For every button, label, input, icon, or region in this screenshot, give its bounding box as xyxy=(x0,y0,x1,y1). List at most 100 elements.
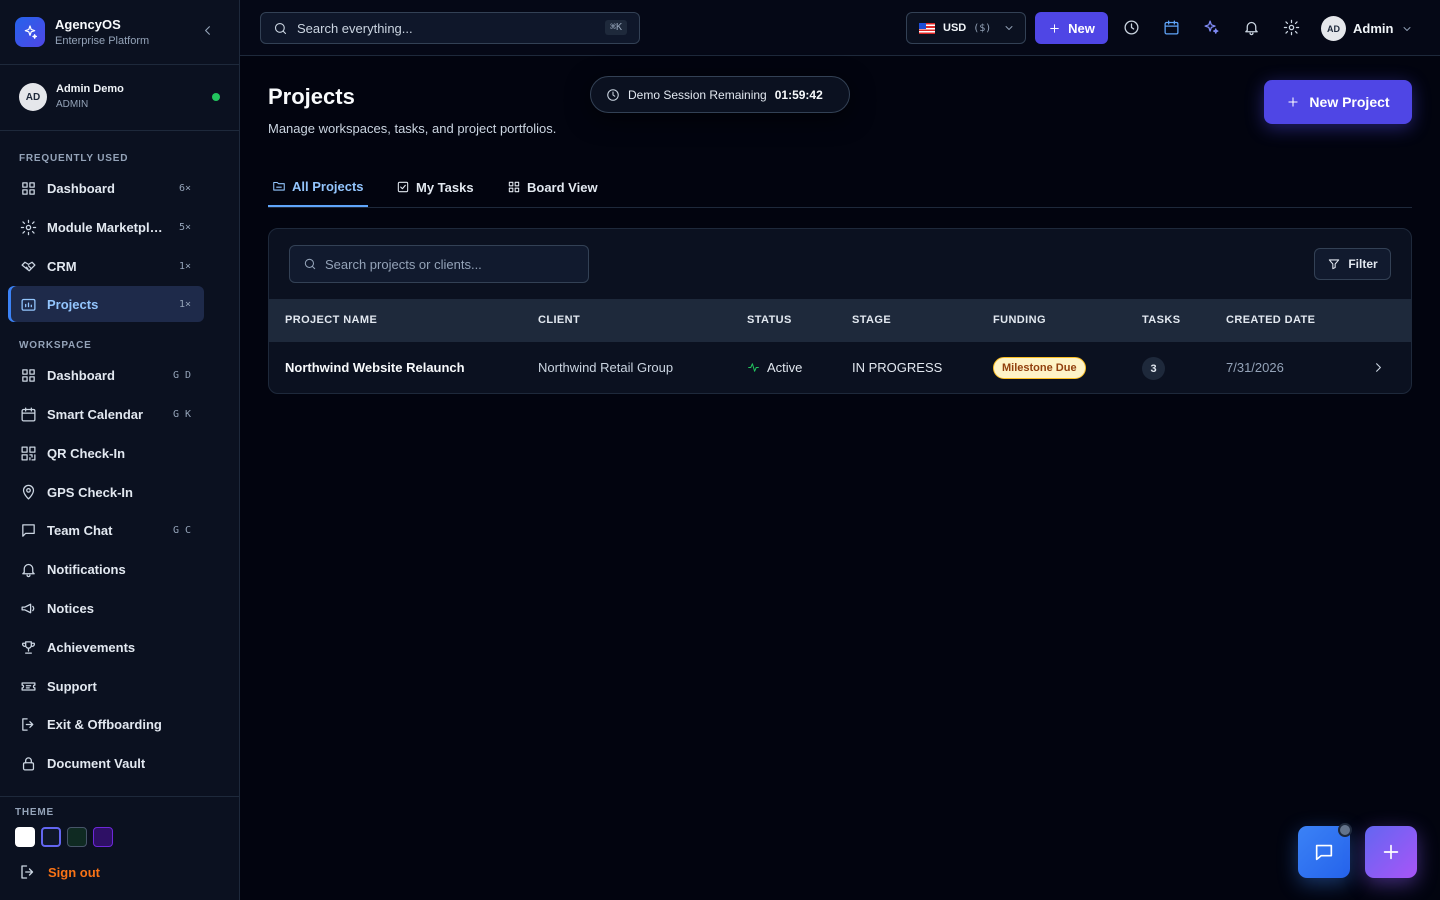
currency-symbol: ($) xyxy=(973,22,992,34)
row-open-chevron[interactable] xyxy=(1371,360,1386,375)
calendar-button[interactable] xyxy=(1163,19,1180,36)
us-flag-icon xyxy=(919,22,935,34)
chevron-down-icon xyxy=(1404,26,1411,31)
new-button-label: New xyxy=(1068,20,1095,36)
sidebar-item-qr-check-in[interactable]: QR Check-In xyxy=(8,435,204,471)
sidebar-item-achievements[interactable]: Achievements xyxy=(8,629,204,665)
chat-presence-dot xyxy=(1338,823,1352,837)
table-header: PROJECT NAME CLIENT STATUS STAGE FUNDING… xyxy=(269,299,1411,342)
new-button[interactable]: New xyxy=(1035,12,1108,44)
calendar-icon xyxy=(1164,20,1179,35)
funding-badge: Milestone Due xyxy=(993,357,1086,379)
settings-button[interactable] xyxy=(1283,19,1300,36)
sidebar-item-label: Projects xyxy=(47,296,99,312)
column-header-tasks[interactable]: TASKS xyxy=(1142,314,1180,326)
currency-selector[interactable]: USD ($) xyxy=(906,12,1026,44)
column-header-funding[interactable]: FUNDING xyxy=(993,314,1046,326)
filter-button[interactable]: Filter xyxy=(1314,248,1391,280)
search-icon xyxy=(304,258,316,270)
sidebar-item-dashboard-frequent[interactable]: Dashboard 6× xyxy=(8,170,204,206)
board-grid-icon xyxy=(508,181,520,193)
status-cell: Active xyxy=(747,360,802,375)
sidebar-item-exit-offboarding[interactable]: Exit & Offboarding xyxy=(8,706,204,742)
tasks-count-badge: 3 xyxy=(1142,357,1165,380)
chat-icon xyxy=(22,523,35,537)
project-search-input[interactable] xyxy=(325,256,575,272)
sidebar-item-projects[interactable]: Projects 1× xyxy=(8,286,204,322)
sidebar-item-notices[interactable]: Notices xyxy=(8,590,204,626)
project-search-field[interactable] xyxy=(289,245,589,283)
sidebar-item-document-vault[interactable]: Document Vault xyxy=(8,745,204,781)
theme-label: THEME xyxy=(15,807,54,818)
tab-label: My Tasks xyxy=(416,179,474,195)
handshake-icon xyxy=(21,261,36,271)
signout-label: Sign out xyxy=(48,864,100,880)
new-project-button[interactable]: New Project xyxy=(1264,80,1412,124)
column-header-created-date[interactable]: CREATED DATE xyxy=(1226,314,1315,326)
chevron-left-icon xyxy=(205,26,210,35)
theme-swatch-green[interactable] xyxy=(67,827,87,847)
tab-my-tasks[interactable]: My Tasks xyxy=(396,167,474,207)
sidebar-item-label: QR Check-In xyxy=(47,445,126,461)
tab-all-projects[interactable]: All Projects xyxy=(268,167,368,207)
collapse-sidebar-button[interactable] xyxy=(200,23,215,38)
sidebar-item-support[interactable]: Support xyxy=(8,668,204,704)
qr-icon xyxy=(21,445,36,461)
theme-picker: THEME Sign out xyxy=(0,796,239,900)
filter-icon xyxy=(1329,259,1340,270)
column-header-client[interactable]: CLIENT xyxy=(538,314,580,326)
megaphone-icon xyxy=(21,603,35,613)
created-date-cell: 7/31/2026 xyxy=(1226,360,1284,375)
ai-assistant-button[interactable] xyxy=(1203,19,1220,36)
tab-label: All Projects xyxy=(292,178,364,194)
history-button[interactable] xyxy=(1123,19,1140,36)
page-subtitle: Manage workspaces, tasks, and project po… xyxy=(268,121,557,136)
sidebar-item-label: Document Vault xyxy=(47,755,146,771)
keyboard-shortcut: G C xyxy=(172,524,191,536)
chat-icon xyxy=(1315,844,1333,861)
column-header-stage[interactable]: STAGE xyxy=(852,314,891,326)
section-label-frequent: FREQUENTLY USED xyxy=(19,153,129,164)
profile-menu[interactable]: AD Admin xyxy=(1321,16,1413,41)
session-label: Demo Session Remaining xyxy=(628,87,767,102)
table-row[interactable]: Northwind Website Relaunch Northwind Ret… xyxy=(269,342,1411,393)
tab-board-view[interactable]: Board View xyxy=(507,167,598,207)
topbar: Search everything... ⌘K USD ($) New AD A… xyxy=(240,0,1440,56)
sidebar-item-module-marketplace[interactable]: Module Marketplace 5× xyxy=(8,209,204,245)
currency-code: USD xyxy=(943,22,967,34)
gear-icon xyxy=(1283,19,1300,36)
sidebar-item-dashboard[interactable]: Dashboard G D xyxy=(8,357,204,393)
notifications-button[interactable] xyxy=(1243,19,1260,36)
theme-swatch-light[interactable] xyxy=(15,827,35,847)
keyboard-shortcut: G D xyxy=(172,369,191,381)
sidebar-item-crm[interactable]: CRM 1× xyxy=(8,248,204,284)
sidebar-item-label: Smart Calendar xyxy=(47,406,144,422)
calendar-icon xyxy=(21,406,36,422)
sidebar-item-label: Dashboard xyxy=(47,367,115,383)
sidebar-item-label: Module Marketplace xyxy=(47,219,165,235)
search-placeholder: Search everything... xyxy=(297,20,413,36)
chevron-down-icon xyxy=(1005,26,1013,30)
sidebar-item-smart-calendar[interactable]: Smart Calendar G K xyxy=(8,396,204,432)
quick-add-fab-button[interactable] xyxy=(1365,826,1417,878)
brand-header: AgencyOS Enterprise Platform xyxy=(0,0,239,65)
theme-swatch-dark[interactable] xyxy=(41,827,61,847)
new-project-label: New Project xyxy=(1309,94,1390,110)
projects-table-card: Filter PROJECT NAME CLIENT STATUS STAGE … xyxy=(268,228,1412,394)
signout-button[interactable]: Sign out xyxy=(19,863,100,881)
client-cell: Northwind Retail Group xyxy=(538,360,674,375)
profile-name: Admin xyxy=(1353,21,1394,36)
sidebar-item-team-chat[interactable]: Team Chat G C xyxy=(8,512,204,548)
global-search-input[interactable]: Search everything... ⌘K xyxy=(260,12,640,44)
avatar: AD xyxy=(19,83,47,111)
brand-name: AgencyOS xyxy=(55,17,121,32)
session-time: 01:59:42 xyxy=(774,87,823,102)
column-header-status[interactable]: STATUS xyxy=(747,314,792,326)
sidebar-item-gps-check-in[interactable]: GPS Check-In xyxy=(8,474,204,510)
theme-swatch-purple[interactable] xyxy=(93,827,113,847)
sidebar: AgencyOS Enterprise Platform AD Admin De… xyxy=(0,0,240,900)
sidebar-item-notifications[interactable]: Notifications xyxy=(8,551,204,587)
user-card[interactable]: AD Admin Demo ADMIN xyxy=(0,65,239,131)
column-header-project-name[interactable]: PROJECT NAME xyxy=(285,314,377,326)
lock-icon xyxy=(22,756,35,771)
